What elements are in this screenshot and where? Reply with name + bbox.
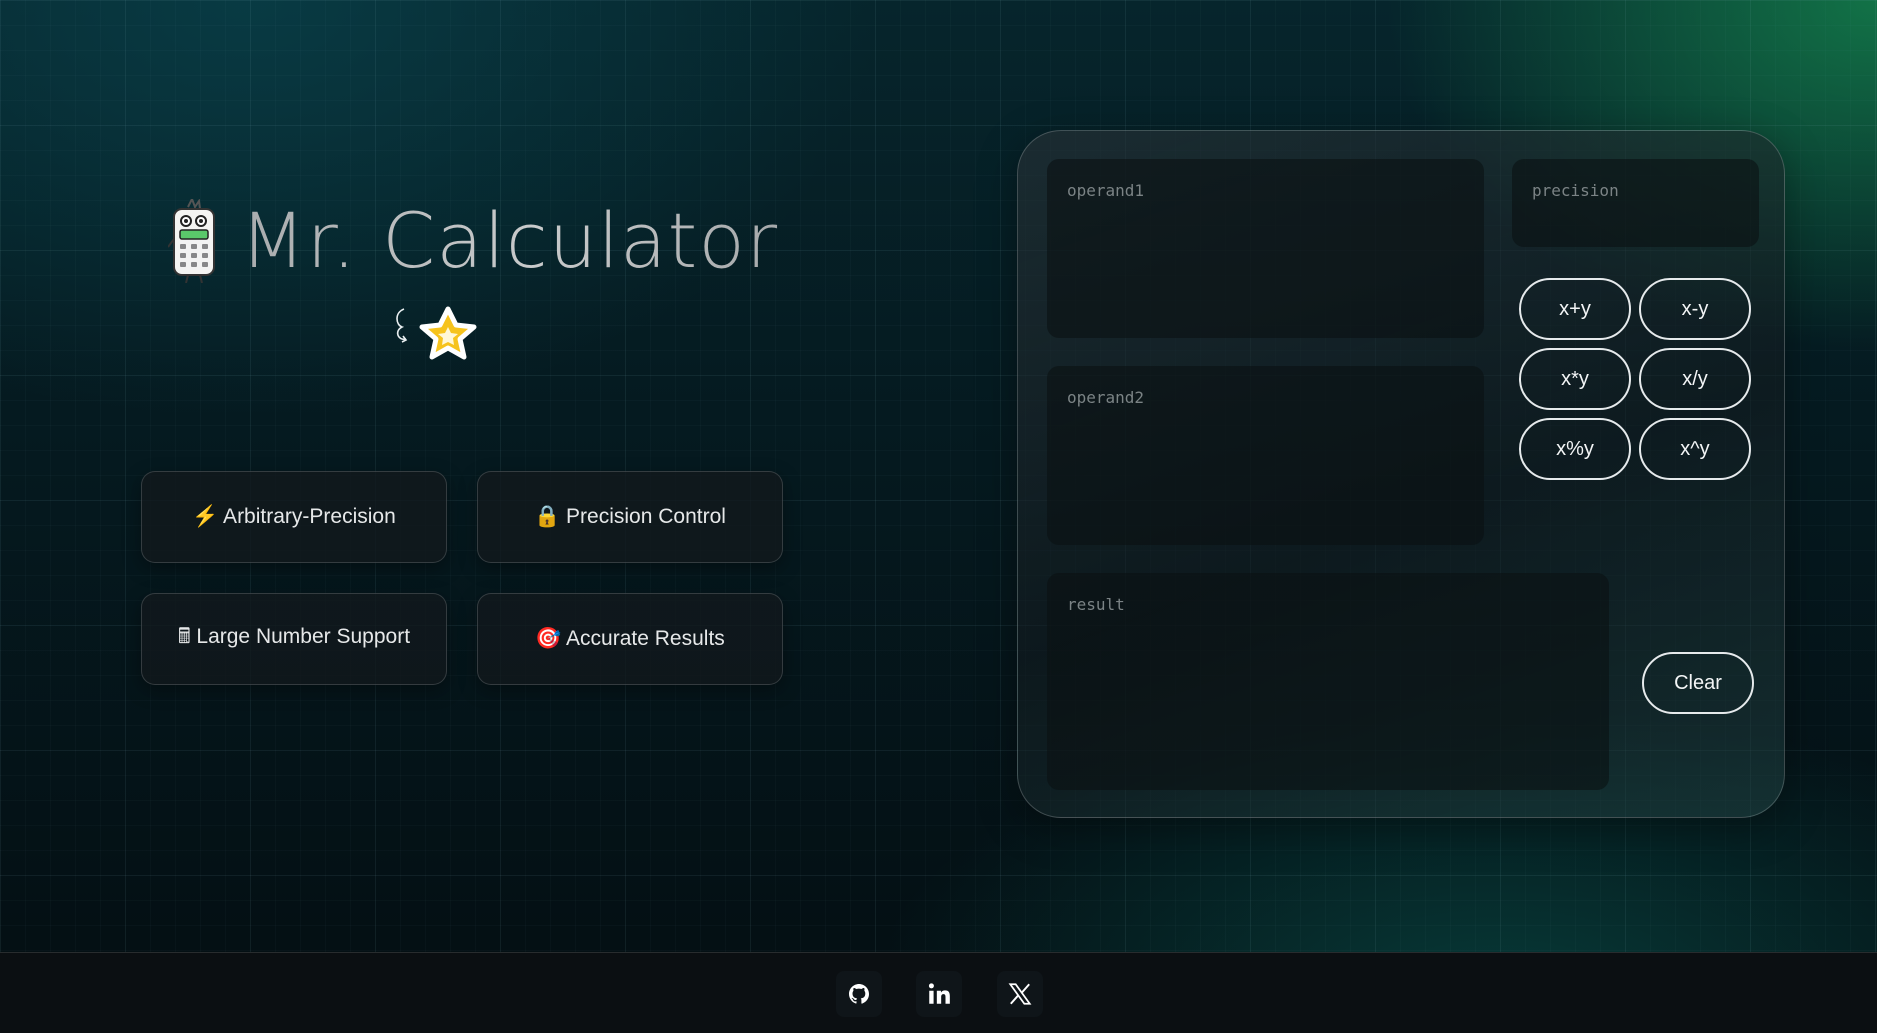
github-link[interactable]	[836, 971, 882, 1017]
linkedin-icon	[928, 983, 950, 1004]
star-icon	[396, 306, 477, 360]
subtract-button[interactable]: x-y	[1639, 278, 1751, 340]
calculator-panel: operand1 operand2 precision result x+y x…	[1017, 130, 1785, 818]
operand1-placeholder: operand1	[1067, 181, 1145, 200]
feature-precision-control: 🔒 Precision Control	[477, 471, 783, 563]
github-icon	[849, 984, 870, 1004]
power-button[interactable]: x^y	[1639, 418, 1751, 480]
star-decoration	[388, 303, 500, 375]
feature-label: 🖩 Large Number Support	[177, 624, 411, 648]
precision-placeholder: precision	[1532, 181, 1619, 200]
result-placeholder: result	[1067, 595, 1125, 614]
clear-button[interactable]: Clear	[1642, 652, 1754, 714]
linkedin-link[interactable]	[916, 971, 962, 1017]
feature-accurate-results: 🎯 Accurate Results	[477, 593, 783, 685]
hero-title: Mr. Calculator	[168, 196, 778, 285]
operand2-placeholder: operand2	[1067, 388, 1145, 407]
footer	[0, 952, 1877, 1033]
page-title: Mr. Calculator	[240, 196, 779, 285]
result-output[interactable]: result	[1047, 573, 1609, 790]
feature-label: 🔒 Precision Control	[534, 505, 726, 528]
operand2-input[interactable]: operand2	[1047, 366, 1484, 545]
feature-arbitrary-precision: ⚡ Arbitrary-Precision	[141, 471, 447, 563]
multiply-button[interactable]: x*y	[1519, 348, 1631, 410]
operand1-input[interactable]: operand1	[1047, 159, 1484, 338]
add-button[interactable]: x+y	[1519, 278, 1631, 340]
feature-label: ⚡ Arbitrary-Precision	[192, 505, 396, 528]
x-twitter-link[interactable]	[997, 971, 1043, 1017]
feature-label: 🎯 Accurate Results	[535, 627, 725, 650]
precision-input[interactable]: precision	[1512, 159, 1759, 247]
feature-large-number-support: 🖩 Large Number Support	[141, 593, 447, 685]
x-twitter-icon	[1008, 983, 1032, 1005]
modulo-button[interactable]: x%y	[1519, 418, 1631, 480]
divide-button[interactable]: x/y	[1639, 348, 1751, 410]
calculator-mascot-icon	[168, 198, 215, 283]
